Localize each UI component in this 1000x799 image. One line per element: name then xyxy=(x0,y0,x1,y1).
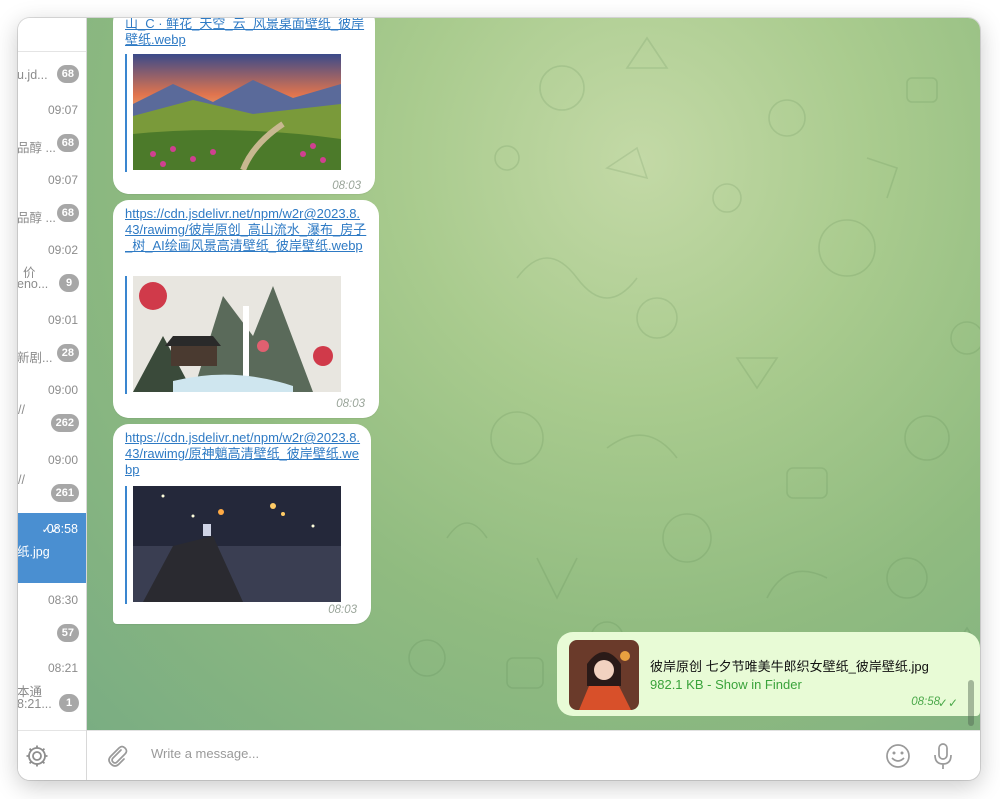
file-meta: 982.1 KB - Show in Finder xyxy=(650,677,802,692)
unread-badge: 9 xyxy=(59,274,79,292)
telegram-window: u.jd... 68 09:07 品醇 ... 68 09:07 品醇 ... … xyxy=(18,18,980,780)
message-bubble: 山_C · 鲜花_天空_云_风景桌面壁纸_彼岸壁纸.webp 08:03 xyxy=(113,18,375,194)
file-size: 982.1 KB xyxy=(650,677,704,692)
chat-list-item[interactable]: 08:30 57 xyxy=(18,583,86,643)
chat-time: 08:58 xyxy=(46,522,78,536)
night-scene-image[interactable] xyxy=(133,486,341,602)
message-time: 08:03 xyxy=(336,398,365,410)
meta-separator: - xyxy=(703,677,716,692)
link-preview[interactable] xyxy=(125,54,345,172)
read-checks-icon: ✓✓ xyxy=(937,696,958,710)
chat-list-item[interactable]: 09:00 // 261 xyxy=(18,443,86,503)
file-name: 彼岸原创 七夕节唯美牛郎织女壁纸_彼岸壁纸.jpg xyxy=(650,659,929,674)
message-bubble: https://cdn.jsdelivr.net/npm/w2r@2023.8.… xyxy=(113,200,379,418)
chat-list-item[interactable]: 09:07 品醇 ... 68 xyxy=(18,93,86,155)
chat-time: 09:00 xyxy=(47,453,78,467)
message-time: 08:03 xyxy=(332,180,361,192)
unread-badge: 28 xyxy=(56,344,79,362)
chat-snippet: 品醇 ... xyxy=(18,211,56,225)
chat-time: 09:02 xyxy=(47,243,78,257)
microphone-icon[interactable] xyxy=(933,742,953,770)
chat-snippet: 纸.jpg xyxy=(18,545,50,559)
mountain-landscape-image[interactable] xyxy=(133,54,341,170)
sidebar-header xyxy=(18,18,86,52)
chat-time: 09:01 xyxy=(47,313,78,327)
file-thumbnail-image[interactable] xyxy=(569,640,639,710)
paperclip-icon[interactable] xyxy=(105,743,129,769)
sidebar-footer xyxy=(18,730,86,780)
chat-list-item-active[interactable]: ✓✓ 08:58 纸.jpg xyxy=(18,513,86,583)
chat-snippet: u.jd... xyxy=(18,68,48,82)
unread-badge: 68 xyxy=(56,204,79,222)
unread-badge: 1 xyxy=(59,694,79,712)
message-bubble: https://cdn.jsdelivr.net/npm/w2r@2023.8.… xyxy=(113,424,371,624)
chat-list-item[interactable]: 09:02 价 eno... 9 xyxy=(18,233,86,293)
show-in-finder-link[interactable]: Show in Finder xyxy=(715,677,802,692)
unread-badge: 261 xyxy=(50,484,79,502)
message-link[interactable]: https://cdn.jsdelivr.net/npm/w2r@2023.8.… xyxy=(125,430,363,478)
chat-snippet: 新剧... xyxy=(18,351,53,365)
link-preview[interactable] xyxy=(125,276,345,394)
chat-time: 09:07 xyxy=(47,173,78,187)
message-input[interactable] xyxy=(151,746,851,761)
chat-time: 09:07 xyxy=(47,103,78,117)
chat-scrollbar[interactable] xyxy=(968,680,974,726)
chat-list-item[interactable]: 09:01 新剧... 28 xyxy=(18,303,86,365)
message-time: 08:58 xyxy=(911,696,940,708)
message-link[interactable]: https://cdn.jsdelivr.net/npm/w2r@2023.8.… xyxy=(125,206,367,270)
chat-snippet: // xyxy=(18,403,25,417)
chat-list-item[interactable]: 09:07 品醇 ... 68 xyxy=(18,163,86,225)
link-preview[interactable] xyxy=(125,486,345,604)
chat-list-item[interactable]: 08:21 本通 8:21... 1 xyxy=(18,653,86,723)
chat-snippet-line2: eno... xyxy=(18,277,49,291)
chat-time: 09:00 xyxy=(47,383,78,397)
gear-icon[interactable] xyxy=(24,743,50,769)
emoji-icon[interactable] xyxy=(885,743,911,769)
waterfall-house-image[interactable] xyxy=(133,276,341,392)
unread-badge: 68 xyxy=(56,65,79,83)
chat-list-sidebar: u.jd... 68 09:07 品醇 ... 68 09:07 品醇 ... … xyxy=(18,18,87,780)
chat-history: 山_C · 鲜花_天空_云_风景桌面壁纸_彼岸壁纸.webp 08:03 htt… xyxy=(87,18,980,730)
chat-snippet: // xyxy=(18,473,25,487)
outgoing-file-message: 彼岸原创 七夕节唯美牛郎织女壁纸_彼岸壁纸.jpg 982.1 KB - Sho… xyxy=(557,632,980,716)
chat-time: 08:30 xyxy=(47,593,78,607)
message-time: 08:03 xyxy=(328,604,357,616)
message-link[interactable]: 山_C · 鲜花_天空_云_风景桌面壁纸_彼岸壁纸.webp xyxy=(125,18,365,48)
chat-list-item[interactable]: 09:00 // 262 xyxy=(18,373,86,433)
chat-time: 08:21 xyxy=(47,661,78,675)
unread-badge: 57 xyxy=(56,624,79,642)
message-composer xyxy=(87,730,980,780)
chat-snippet: 品醇 ... xyxy=(18,141,56,155)
unread-badge: 68 xyxy=(56,134,79,152)
unread-badge: 262 xyxy=(50,414,79,432)
chat-snippet-line2: 8:21... xyxy=(18,697,52,711)
